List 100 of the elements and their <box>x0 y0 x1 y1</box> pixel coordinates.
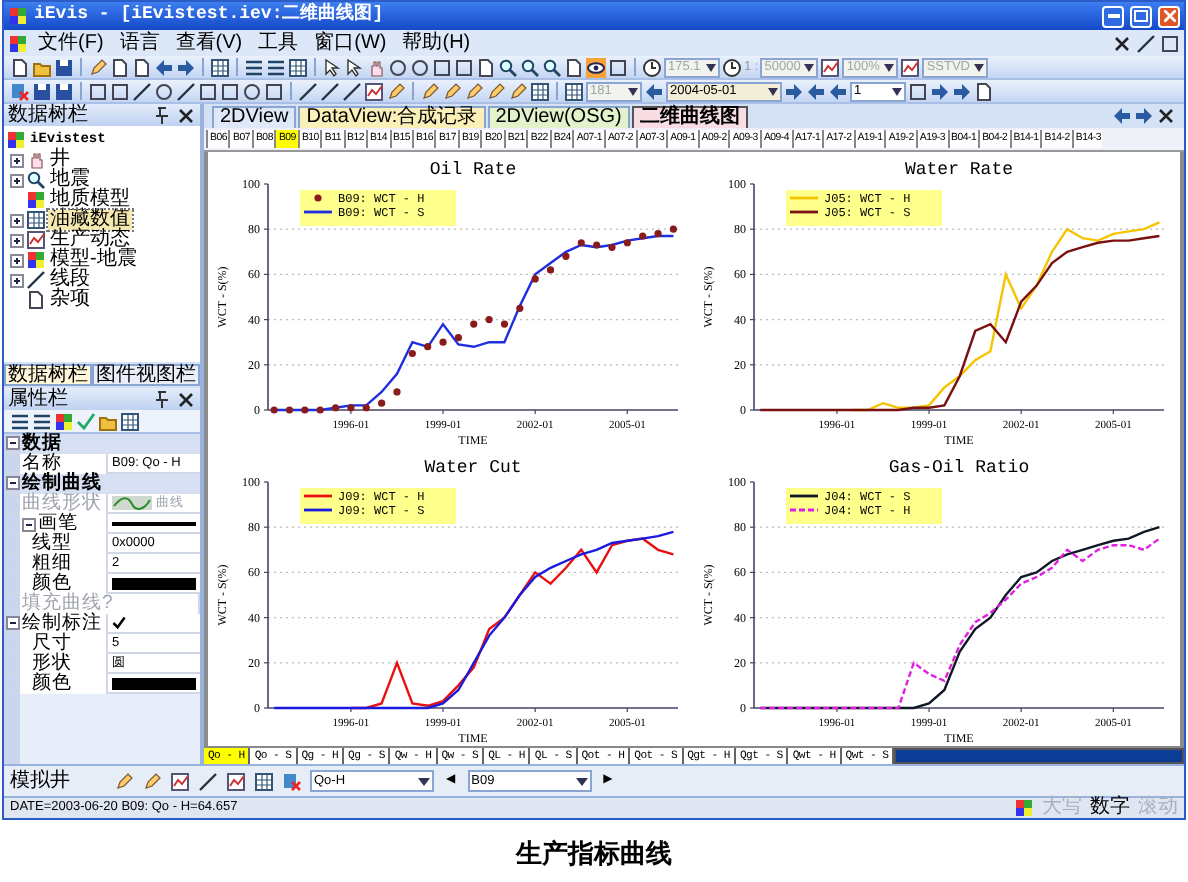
collapse-toggle[interactable] <box>22 517 36 531</box>
collapse-toggle[interactable] <box>5 436 19 450</box>
expand-toggle[interactable] <box>10 233 24 247</box>
search-icon[interactable] <box>498 57 518 77</box>
grid-icon[interactable] <box>530 81 550 101</box>
eye-icon[interactable] <box>586 57 606 77</box>
collapse-toggle[interactable] <box>5 616 19 630</box>
palette-icon[interactable] <box>54 411 74 431</box>
expand-toggle[interactable] <box>10 153 24 167</box>
left-arrow-icon[interactable] <box>1112 106 1132 126</box>
close-icon[interactable] <box>1112 33 1132 53</box>
chart-icon[interactable] <box>364 81 384 101</box>
line-icon[interactable] <box>342 81 362 101</box>
collapse-toggle[interactable] <box>5 476 19 490</box>
tree-item[interactable]: 井 <box>48 150 72 170</box>
clock-icon[interactable] <box>642 57 662 77</box>
right-arrow-icon[interactable] <box>784 81 804 101</box>
check-icon[interactable] <box>76 411 96 431</box>
square-icon[interactable] <box>220 81 240 101</box>
square-icon[interactable] <box>264 81 284 101</box>
pin-icon[interactable] <box>152 105 172 125</box>
minimize-icon <box>1107 14 1119 18</box>
circle-icon[interactable] <box>242 81 262 101</box>
delete-icon[interactable] <box>282 771 302 791</box>
view-tab[interactable]: 二维曲线图 <box>631 106 748 128</box>
tree-item[interactable]: 地质模型 <box>48 190 132 210</box>
left-arrow-icon[interactable] <box>154 57 174 77</box>
close-icon[interactable] <box>1156 106 1176 126</box>
right-arrow-icon[interactable] <box>176 57 196 77</box>
expand-toggle[interactable] <box>10 253 24 267</box>
list-icon[interactable] <box>244 57 264 77</box>
pin-icon[interactable] <box>152 389 172 409</box>
chart-icon[interactable] <box>900 57 921 77</box>
line-icon[interactable] <box>198 771 218 791</box>
tree-item[interactable]: 杂项 <box>48 290 92 310</box>
view-tab[interactable]: 2DView <box>212 106 297 128</box>
line-icon[interactable] <box>320 81 340 101</box>
tree-item[interactable]: 地震 <box>48 170 92 190</box>
square-icon[interactable] <box>454 57 474 77</box>
close-icon[interactable] <box>176 105 196 125</box>
search-icon[interactable] <box>520 57 540 77</box>
minimize-button[interactable] <box>1102 5 1124 27</box>
menu-item[interactable]: 文件(F) <box>32 31 110 55</box>
square-icon[interactable] <box>110 81 130 101</box>
property-label: 线型 <box>20 534 108 554</box>
dropdown-arrow-icon <box>575 777 588 785</box>
menu-item[interactable]: 窗口(W) <box>308 31 393 55</box>
property-label: 曲线形状 <box>20 494 108 514</box>
grid-icon[interactable] <box>564 81 584 101</box>
line-icon[interactable] <box>1136 33 1156 53</box>
chart-icon[interactable] <box>226 771 246 791</box>
expand-toggle[interactable] <box>10 273 24 287</box>
menu-item[interactable]: 查看(V) <box>169 31 249 55</box>
square-icon[interactable] <box>432 57 452 77</box>
tree-item[interactable]: 生产动态 <box>48 230 132 250</box>
circle-icon[interactable] <box>388 57 408 77</box>
list-icon[interactable] <box>10 411 30 431</box>
view-tab[interactable]: 2DView(OSG) <box>487 106 630 128</box>
circle-icon[interactable] <box>410 57 430 77</box>
expand-toggle[interactable] <box>10 213 24 227</box>
close-icon[interactable] <box>176 389 196 409</box>
checkmark-icon[interactable] <box>112 616 126 630</box>
search-icon[interactable] <box>542 57 562 77</box>
tree-item[interactable]: 模型-地震 <box>48 250 139 270</box>
right-arrow-icon[interactable] <box>1134 106 1154 126</box>
property-label: 尺寸 <box>20 634 108 654</box>
menu-item[interactable]: 工具 <box>252 31 305 55</box>
square-icon[interactable] <box>198 81 218 101</box>
delete-icon[interactable] <box>10 81 30 101</box>
line-icon[interactable] <box>176 81 196 101</box>
property-label: 形状 <box>20 654 108 674</box>
chart-icon[interactable] <box>170 771 190 791</box>
square-icon[interactable] <box>88 81 108 101</box>
color-swatch[interactable] <box>112 677 196 689</box>
panel-tab[interactable]: 图件视图栏 <box>92 364 200 386</box>
grid-icon[interactable] <box>254 771 274 791</box>
panel-tab[interactable]: 数据树栏 <box>4 364 92 386</box>
line-icon[interactable] <box>298 81 318 101</box>
chart-icon[interactable] <box>820 57 841 77</box>
menu-item[interactable]: 帮助(H) <box>396 31 477 55</box>
square-icon[interactable] <box>1160 33 1180 53</box>
list-icon[interactable] <box>32 411 52 431</box>
menu-item[interactable]: 语言 <box>113 31 166 55</box>
grid-icon[interactable] <box>288 57 308 77</box>
grid-icon[interactable] <box>210 57 230 77</box>
circle-icon[interactable] <box>154 81 174 101</box>
color-swatch[interactable] <box>112 577 196 589</box>
line-icon[interactable] <box>132 81 152 101</box>
close-button[interactable] <box>1158 5 1180 27</box>
list-icon[interactable] <box>266 57 286 77</box>
grid-icon[interactable] <box>120 411 140 431</box>
left-arrow-icon[interactable] <box>644 81 664 101</box>
square-icon[interactable] <box>908 81 928 101</box>
expand-toggle[interactable] <box>10 173 24 187</box>
tree-item[interactable]: 线段 <box>48 270 92 290</box>
square-icon[interactable] <box>608 57 628 77</box>
clock-icon[interactable] <box>722 57 742 77</box>
restore-button[interactable] <box>1130 5 1152 27</box>
property-label: 数据 <box>20 434 200 454</box>
view-tab[interactable]: DataView:合成记录 <box>298 106 486 128</box>
